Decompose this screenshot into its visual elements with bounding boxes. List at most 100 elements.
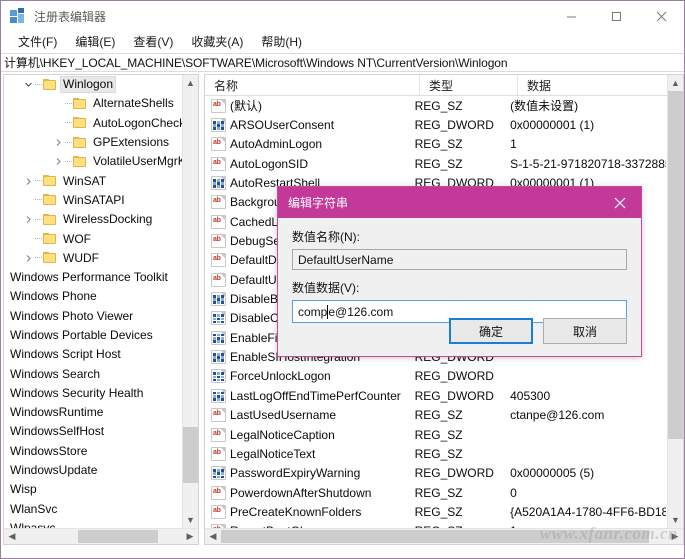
tree-item[interactable]: Windows Security Health [4,384,182,403]
table-row[interactable]: ab PreCreateKnownFolders REG_SZ {A520A1A4-1… [205,502,666,521]
value-name-text: LegalNoticeCaption [230,427,335,442]
scroll-left-icon[interactable]: ◀ [205,529,221,544]
chevron-right-icon[interactable] [22,213,35,226]
column-header-type[interactable]: 类型 [420,75,518,95]
tree-item-label: Windows Script Host [10,347,121,362]
string-value-icon: ab [211,195,226,210]
tree-item[interactable]: WlanSvc [4,500,182,519]
table-row[interactable]: ab LegalNoticeCaption REG_SZ [205,425,666,444]
chevron-right-icon[interactable] [22,175,35,188]
tree-item-label: WindowsSelfHost [10,424,105,439]
tree-item[interactable]: Windows Search [4,364,182,383]
tree-item[interactable]: WirelessDocking [4,210,182,229]
string-value-icon: ab [211,98,226,113]
column-header-name[interactable]: 名称 [205,75,420,95]
tree-item[interactable]: AutoLogonChecked [4,114,182,133]
tree-item[interactable]: Windows Phone [4,287,182,306]
table-row[interactable]: ab (默认) REG_SZ (数值未设置) [205,96,666,115]
ok-button[interactable]: 确定 [449,318,533,344]
tree-item[interactable]: GPExtensions [4,133,182,152]
cancel-button[interactable]: 取消 [543,318,627,344]
tree-horizontal-scrollbar[interactable]: ◀ ▶ [4,528,198,544]
chevron-right-icon[interactable] [52,136,65,149]
menu-item-edit[interactable]: 编辑(E) [66,31,124,53]
table-row[interactable]: ab LegalNoticeText REG_SZ [205,444,666,463]
registry-tree[interactable]: Winlogon AlternateShells AutoLogonChecked G… [4,75,182,531]
tree-item[interactable]: WUDF [4,249,182,268]
tree-item[interactable]: WindowsUpdate [4,461,182,480]
chevron-right-icon[interactable] [52,155,65,168]
tree-item[interactable]: Windows Performance Toolkit [4,268,182,287]
address-bar[interactable]: 计算机\HKEY_LOCAL_MACHINE\SOFTWARE\Microsof… [1,53,684,72]
dword-value-icon [211,388,226,403]
scroll-left-icon[interactable]: ◀ [4,529,20,544]
value-name-cell: LastLogOffEndTimePerfCounter [205,388,415,403]
scroll-down-icon[interactable]: ▼ [183,512,198,528]
tree-item[interactable]: AlternateShells [4,94,182,113]
value-data-text-after: e@126.com [328,304,394,319]
table-row[interactable]: ARSOUserConsent REG_DWORD 0x00000001 (1) [205,115,666,134]
tree-item[interactable]: WinSATAPI [4,191,182,210]
scroll-right-icon[interactable]: ▶ [182,529,198,544]
table-row[interactable]: ab AutoLogonSID REG_SZ S-1-5-21-971820718-3… [205,154,666,173]
list-hscroll-thumb[interactable] [221,530,649,543]
table-row[interactable]: LastLogOffEndTimePerfCounter REG_DWORD 405… [205,386,666,405]
tree-item[interactable]: Windows Portable Devices [4,326,182,345]
value-name-text: PowerdownAfterShutdown [230,485,372,500]
tree-item[interactable]: VolatileUserMgrKey [4,152,182,171]
tree-item[interactable]: Winlogon [4,75,182,94]
tree-item[interactable]: WindowsSelfHost [4,422,182,441]
column-header-data[interactable]: 数据 [518,75,668,95]
folder-icon [43,233,57,245]
value-name-cell: PasswordExpiryWarning [205,466,415,481]
value-name-input[interactable]: DefaultUserName [292,249,627,270]
value-name-text: AutoAdminLogon [230,137,323,152]
table-row[interactable]: ab PowerdownAfterShutdown REG_SZ 0 [205,483,666,502]
maximize-button[interactable] [594,1,639,31]
value-data-cell: ctanpe@126.com [510,408,605,423]
tree-item-label: WinSAT [63,173,107,188]
dialog-close-button[interactable] [599,187,641,218]
value-name-cell: ab (默认) [205,97,415,114]
tree-item[interactable]: WinSAT [4,171,182,190]
dword-value-icon [211,118,226,133]
value-name-label: 数值名称(N): [292,230,360,244]
string-value-icon: ab [211,485,226,500]
menu-item-favorites[interactable]: 收藏夹(A) [182,31,252,53]
value-type-cell: REG_DWORD [414,369,494,384]
list-scroll-thumb[interactable] [668,91,683,439]
scroll-up-icon[interactable]: ▲ [668,75,683,91]
table-row[interactable]: ab AutoAdminLogon REG_SZ 1 [205,135,666,154]
tree-item-label: Windows Portable Devices [10,328,153,342]
string-value-icon: ab [211,137,226,152]
table-row[interactable]: ForceUnlockLogon REG_DWORD [205,367,666,386]
value-data-cell: 0x00000005 (5) [510,466,595,481]
table-row[interactable]: PasswordExpiryWarning REG_DWORD 0x00000005… [205,464,666,483]
tree-item[interactable]: Wisp [4,480,182,499]
menu-item-help[interactable]: 帮助(H) [252,31,311,53]
tree-item[interactable]: Windows Photo Viewer [4,307,182,326]
tree-item[interactable]: WindowsRuntime [4,403,182,422]
scroll-down-icon[interactable]: ▼ [668,512,683,528]
chevron-right-icon[interactable] [22,252,35,265]
tree-item[interactable]: Windows Script Host [4,345,182,364]
dialog-title-bar: 编辑字符串 [278,187,641,218]
table-row[interactable]: ab LastUsedUsername REG_SZ ctanpe@126.com [205,406,666,425]
list-vertical-scrollbar[interactable]: ▲ ▼ [667,75,683,528]
menu-item-view[interactable]: 查看(V) [124,31,182,53]
chevron-down-icon[interactable] [22,78,35,91]
tree-connector [35,199,42,201]
tree-item[interactable]: WOF [4,229,182,248]
folder-icon [43,78,57,91]
minimize-button[interactable] [549,1,594,31]
list-horizontal-scrollbar[interactable]: ◀ ▶ [205,528,683,544]
tree-item[interactable]: WindowsStore [4,442,182,461]
tree-vertical-scrollbar[interactable]: ▲ ▼ [182,75,198,528]
menu-item-file[interactable]: 文件(F) [9,31,66,53]
close-button[interactable] [639,1,684,31]
scroll-right-icon[interactable]: ▶ [667,529,683,544]
scroll-up-icon[interactable]: ▲ [183,75,198,91]
tree-scroll-thumb[interactable] [183,427,198,483]
string-value-icon: ab [211,427,226,442]
tree-hscroll-thumb[interactable] [78,530,158,543]
